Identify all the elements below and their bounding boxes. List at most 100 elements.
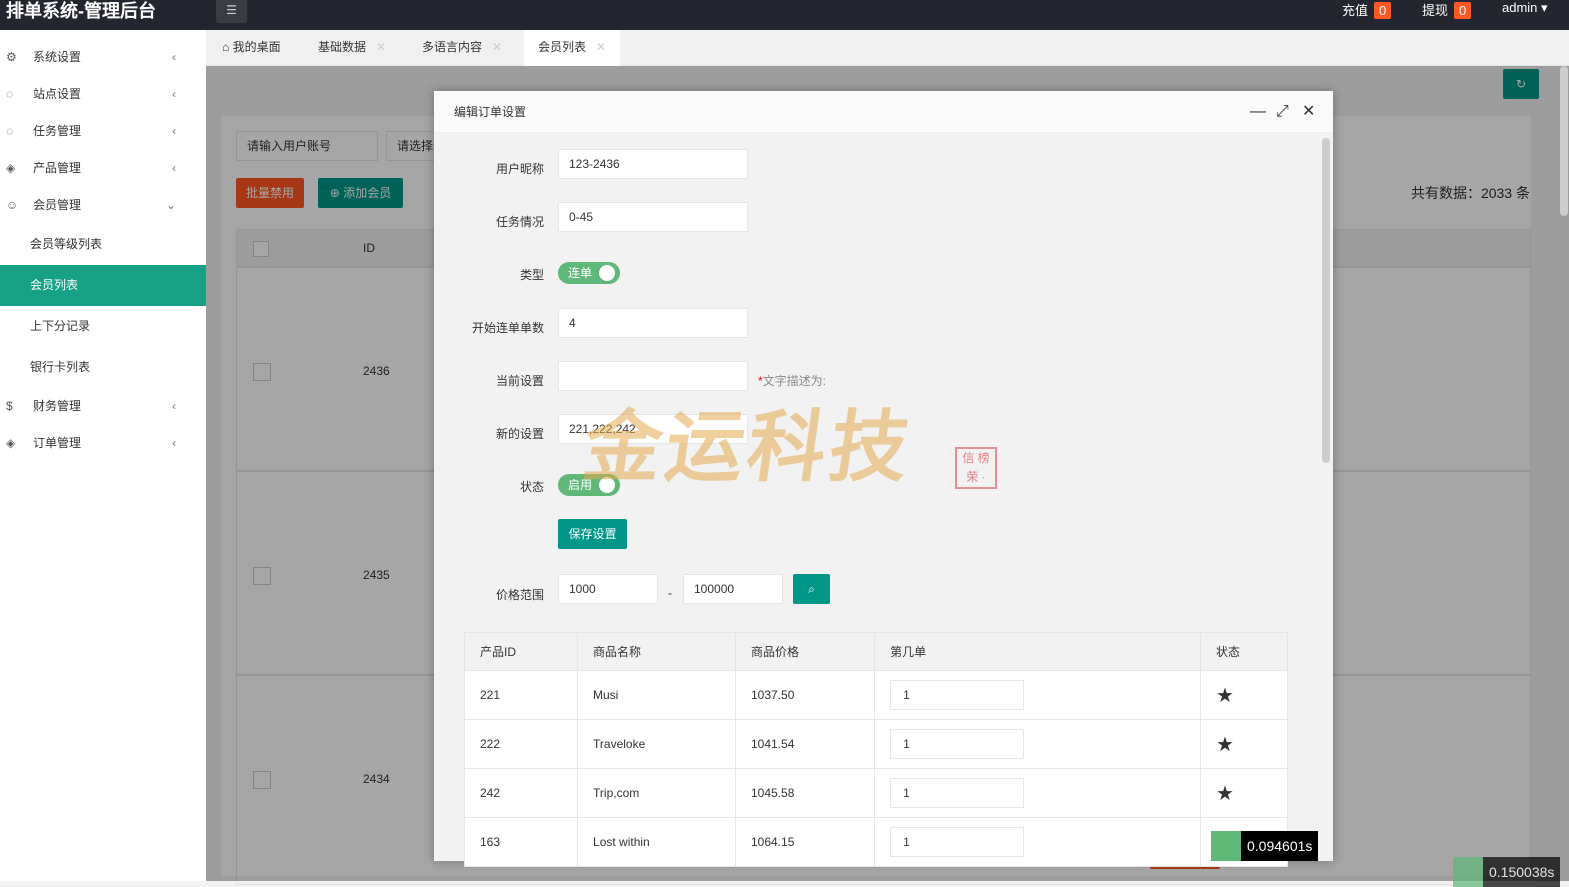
tab-languages[interactable]: 多语言内容 ✕ xyxy=(422,30,502,66)
chevron-left-icon: ‹ xyxy=(172,161,176,175)
dialog-header: 编辑订单设置 — ⤢ ✕ xyxy=(434,91,1333,133)
sidebar-item-site[interactable]: ◌ 站点设置 ‹ xyxy=(0,76,206,113)
product-id: 222 xyxy=(463,719,579,769)
page-scrollbar[interactable] xyxy=(1560,66,1568,216)
product-id: 221 xyxy=(463,670,579,720)
status-label: 状态 xyxy=(519,480,544,494)
table-row: 222 Traveloke 1041.54 1 ★ xyxy=(463,719,1288,769)
timer-text: 0.094601s xyxy=(1247,838,1313,854)
withdraw-link[interactable]: 提现 0 xyxy=(1422,0,1472,19)
menu-toggle-button[interactable]: ☰ xyxy=(216,0,247,23)
order-number-input[interactable]: 1 xyxy=(890,729,1025,759)
user-icon: ☺ xyxy=(6,198,19,212)
user-name: admin xyxy=(1502,0,1538,15)
close-icon[interactable]: ✕ xyxy=(492,40,502,54)
column-header: 商品名称 xyxy=(577,632,736,671)
task-label: 任务情况 xyxy=(495,215,544,229)
label: 会员管理 xyxy=(33,198,82,212)
product-price: 1037.50 xyxy=(734,670,876,720)
watermark-logo: 金运科技 xyxy=(577,402,919,493)
close-icon[interactable]: ✕ xyxy=(376,40,386,54)
search-icon: ⌕ xyxy=(808,582,815,596)
sidebar-sub-balance-log[interactable]: 上下分记录 xyxy=(0,306,206,347)
close-icon[interactable]: ✕ xyxy=(1302,91,1315,133)
order-cell: 1 xyxy=(874,719,1202,769)
timer-badge: 0.094601s xyxy=(1211,831,1319,861)
minimize-icon[interactable]: — xyxy=(1250,91,1266,133)
price-separator: - xyxy=(668,586,672,600)
timer-badge: 0.150038s xyxy=(1453,857,1561,887)
sidebar-item-member[interactable]: ☺ 会员管理 ⌄ xyxy=(0,187,206,224)
user-menu[interactable]: admin ▾ xyxy=(1502,0,1548,16)
price-range-label: 价格范围 xyxy=(495,588,544,602)
order-number-input[interactable]: 1 xyxy=(890,827,1025,857)
tab-member-list[interactable]: 会员列表 ✕ xyxy=(524,30,621,66)
star-filled-icon[interactable]: ★ xyxy=(1216,783,1234,805)
dialog-title: 编辑订单设置 xyxy=(454,105,527,119)
order-cell: 1 xyxy=(874,670,1202,720)
order-cell: 1 xyxy=(874,817,1202,867)
recharge-link[interactable]: 充值 0 xyxy=(1342,0,1392,19)
nickname-input[interactable]: 123-2436 xyxy=(558,149,748,179)
order-number-input[interactable]: 1 xyxy=(890,778,1025,808)
column-header: 商品价格 xyxy=(734,632,876,671)
status-cell: ★ xyxy=(1200,719,1288,769)
price-max-input[interactable]: 100000 xyxy=(683,574,783,604)
logo-icon xyxy=(1453,857,1483,887)
type-label: 类型 xyxy=(519,268,544,282)
site-icon: ◌ xyxy=(6,87,14,101)
cube-icon: ◈ xyxy=(6,161,16,175)
table-row: 163Lost within1064.151☆ xyxy=(463,817,1288,867)
sidebar-sub-bank-cards[interactable]: 银行卡列表 xyxy=(0,347,206,388)
product-name: Musi xyxy=(577,670,736,720)
cube-icon: ◈ xyxy=(6,436,16,450)
sidebar-item-orders[interactable]: ◈ 订单管理 ‹ xyxy=(0,425,206,462)
order-number-input[interactable]: 1 xyxy=(890,680,1025,710)
dollar-icon: $ xyxy=(6,399,13,413)
product-price: 1064.15 xyxy=(734,817,876,867)
order-cell: 1 xyxy=(874,768,1202,818)
tab-desktop[interactable]: ⌂ 我的桌面 xyxy=(222,30,281,66)
tab-label: 基础数据 xyxy=(318,40,367,54)
task-input[interactable]: 0-45 xyxy=(558,202,748,232)
sidebar-item-system[interactable]: ⚙ 系统设置 ‹ xyxy=(0,39,206,76)
maximize-icon[interactable]: ⤢ xyxy=(1276,91,1289,133)
label: 产品管理 xyxy=(33,161,82,175)
gear-icon: ⚙ xyxy=(6,50,17,64)
product-id: 163 xyxy=(463,817,579,867)
save-settings-button[interactable]: 保存设置 xyxy=(558,519,627,549)
label: 财务管理 xyxy=(33,399,82,413)
current-label: 当前设置 xyxy=(495,374,544,388)
price-min-input[interactable]: 1000 xyxy=(558,574,658,604)
status-cell: ★ xyxy=(1200,670,1288,720)
close-icon[interactable]: ✕ xyxy=(596,40,606,54)
chevron-left-icon: ‹ xyxy=(172,87,176,101)
sidebar-item-finance[interactable]: $ 财务管理 ‹ xyxy=(0,388,206,425)
toggle-text: 连单 xyxy=(568,266,593,280)
sidebar-item-product[interactable]: ◈ 产品管理 ‹ xyxy=(0,150,206,187)
sidebar-sub-member-list[interactable]: 会员列表 xyxy=(0,265,206,306)
tab-bar: ⌂ 我的桌面 基础数据 ✕ 多语言内容 ✕ 会员列表 ✕ xyxy=(206,30,1569,66)
sidebar-sub-member-level[interactable]: 会员等级列表 xyxy=(0,224,206,265)
app-title: 排单系统-管理后台 xyxy=(6,1,156,21)
tab-label: 会员列表 xyxy=(538,40,587,54)
product-price: 1045.58 xyxy=(734,768,876,818)
sidebar-item-task[interactable]: ◌ 任务管理 ‹ xyxy=(0,113,206,150)
recharge-label: 充值 xyxy=(1342,3,1369,18)
tab-basic-data[interactable]: 基础数据 ✕ xyxy=(318,30,386,66)
dialog-scrollbar[interactable] xyxy=(1322,138,1330,463)
product-price: 1041.54 xyxy=(734,719,876,769)
search-button[interactable]: ⌕ xyxy=(793,574,830,604)
type-toggle[interactable]: 连单 xyxy=(558,262,620,284)
chevron-down-icon: ⌄ xyxy=(165,198,176,212)
product-name: Traveloke xyxy=(577,719,736,769)
start-count-input[interactable]: 4 xyxy=(558,308,748,338)
status-cell: ★ xyxy=(1200,768,1288,818)
logo-icon xyxy=(1211,831,1241,861)
label: 订单管理 xyxy=(33,436,82,450)
star-filled-icon[interactable]: ★ xyxy=(1216,685,1234,707)
product-table: 产品ID 商品名称 商品价格 第几单 状态 221 Musi 1037.50 1 ★ 222 Trav… xyxy=(463,632,1288,867)
tab-label: 多语言内容 xyxy=(422,40,483,54)
star-filled-icon[interactable]: ★ xyxy=(1216,734,1234,756)
top-bar: 排单系统-管理后台 ☰ 充值 0 提现 0 admin ▾ xyxy=(0,0,1569,30)
